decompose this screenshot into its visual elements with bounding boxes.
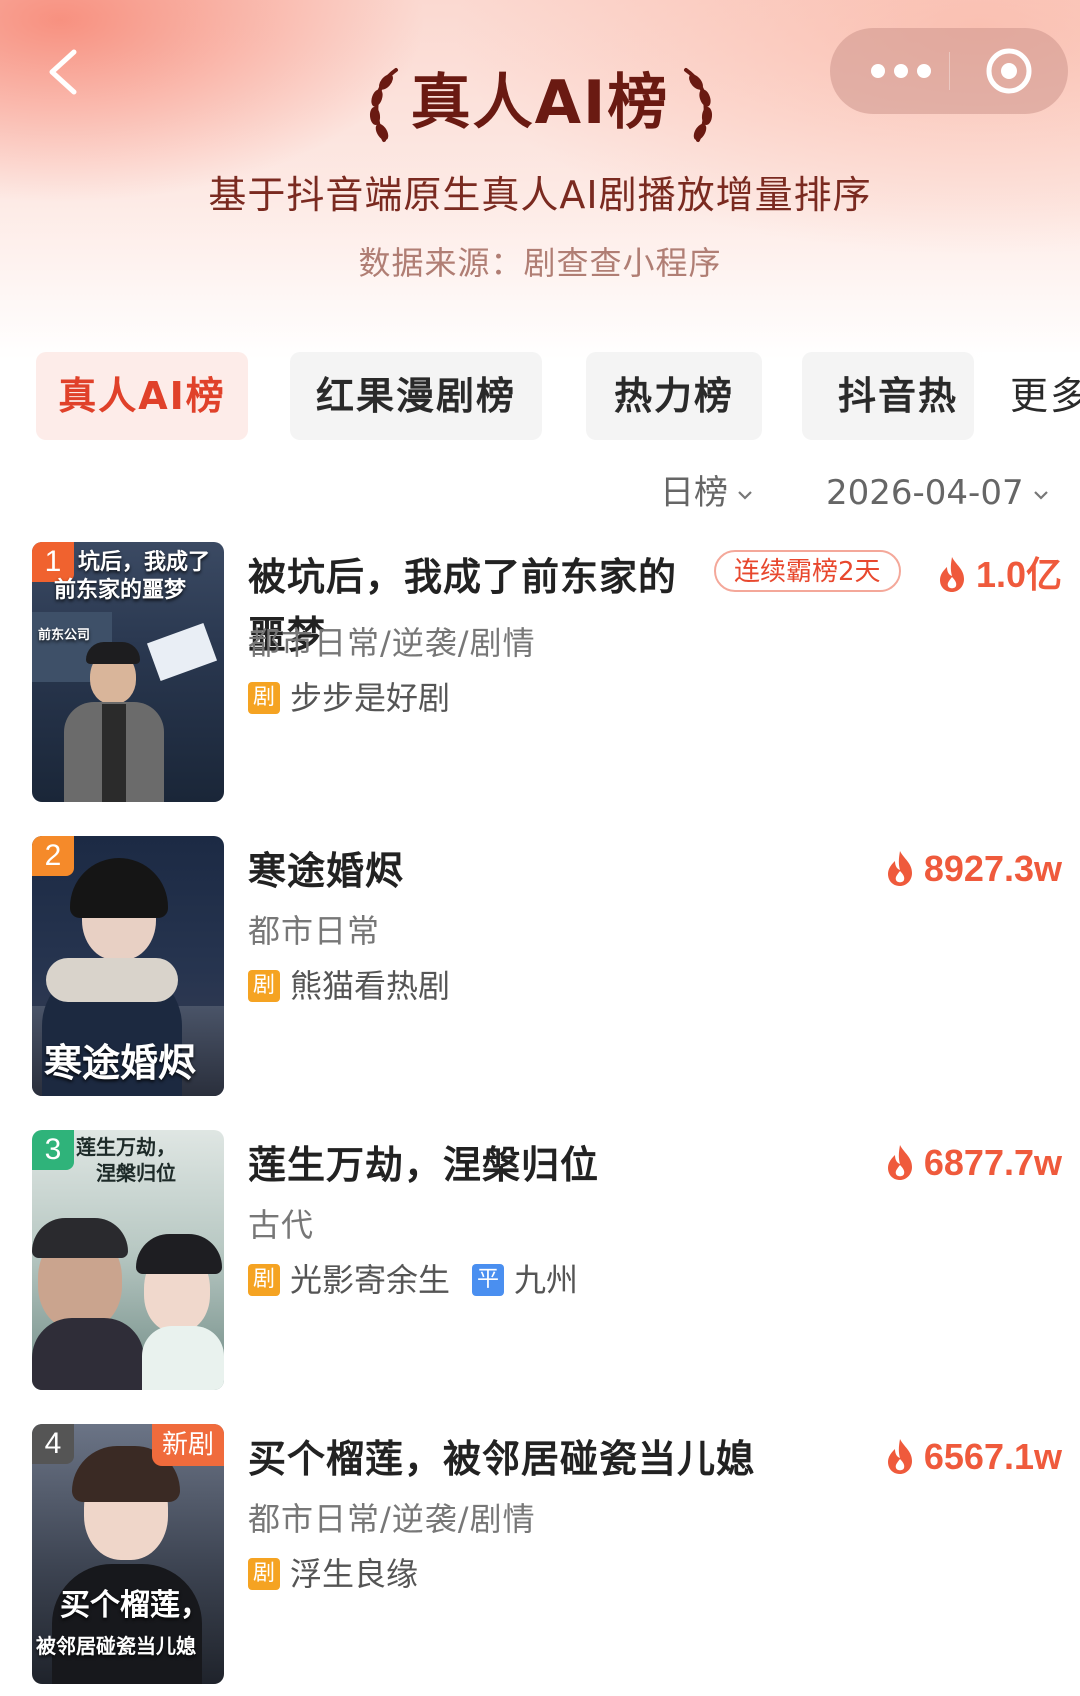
poster-sign-text: 前东公司: [38, 628, 91, 643]
poster-title: 坑后，我成了 前东家的噩梦: [54, 548, 211, 604]
heat-value: 6877.7w: [884, 1138, 1062, 1188]
drama-title[interactable]: 寒途婚烬: [248, 842, 404, 900]
drama-badge: 剧: [248, 682, 280, 714]
poster-title: 莲生万劫， 涅槃归位: [76, 1134, 176, 1186]
poster-hair-young: [136, 1234, 222, 1274]
tab-hongguo-comic[interactable]: 红果漫剧榜: [290, 352, 542, 440]
poster-robe-elder: [32, 1318, 144, 1390]
drama-badge: 剧: [248, 1264, 280, 1296]
laurel-right-icon: [684, 68, 713, 142]
ranking-item[interactable]: 4 新剧 买个榴莲， 被邻居碰瓷当儿媳 买个榴莲，被邻居碰瓷当儿媳 6567.1…: [32, 1424, 1062, 1686]
producer-name[interactable]: 光影寄余生: [290, 1261, 450, 1299]
drama-title[interactable]: 莲生万劫，涅槃归位: [248, 1136, 599, 1194]
drama-badge: 剧: [248, 970, 280, 1002]
heat-value: 8927.3w: [884, 844, 1062, 894]
poster-robe-young: [142, 1326, 224, 1390]
page-title-area: 真人AI榜: [0, 60, 1080, 146]
heat-number: 8927.3w: [923, 848, 1062, 889]
producer-row: 剧浮生良缘: [248, 1552, 418, 1593]
rank-badge: 4: [32, 1424, 74, 1464]
poster-paper: [146, 622, 218, 682]
genre-tags: 都市日常/逆袭/剧情: [248, 624, 536, 662]
tab-real-ai[interactable]: 真人AI榜: [36, 352, 248, 440]
ranking-item[interactable]: 前东公司 1 坑后，我成了 前东家的噩梦 被坑后，我成了前东家的 噩梦 连续霸榜…: [32, 542, 1062, 804]
ranking-tabs: 真人AI榜 红果漫剧榜 热力榜 抖音热 更多: [36, 352, 1080, 442]
period-value: 日榜: [660, 473, 728, 513]
filter-bar: 日榜 2026-04-07: [0, 468, 1080, 518]
poster-title-line: 莲生万劫，: [76, 1135, 176, 1159]
genre-tags: 都市日常: [248, 912, 381, 950]
page-title: 真人AI榜: [410, 68, 670, 138]
platform-badge: 平: [472, 1264, 505, 1296]
poster-fur-collar: [46, 958, 178, 1002]
poster-hair: [70, 858, 168, 918]
rank-badge: 3: [32, 1130, 74, 1170]
rank-badge: 2: [32, 836, 74, 876]
drama-poster[interactable]: 前东公司 1 坑后，我成了 前东家的噩梦: [32, 542, 224, 802]
poster-hair: [86, 642, 140, 664]
ranking-item[interactable]: 3 莲生万劫， 涅槃归位 莲生万劫，涅槃归位 6877.7w 古代 剧光影寄余生…: [32, 1130, 1062, 1392]
poster-title-line: 买个榴莲，: [60, 1588, 210, 1623]
drama-badge: 剧: [248, 1558, 280, 1590]
producer-name[interactable]: 步步是好剧: [290, 679, 450, 717]
date-select[interactable]: 2026-04-07: [826, 468, 1050, 518]
flame-icon: [887, 1145, 912, 1180]
date-value: 2026-04-07: [826, 473, 1024, 513]
heat-value: 1.0亿: [936, 550, 1062, 600]
period-select[interactable]: 日榜: [660, 468, 754, 518]
heat-number: 1.0亿: [975, 554, 1062, 595]
tab-douyin-hot[interactable]: 抖音热: [802, 352, 974, 440]
page-subtitle: 基于抖音端原生真人AI剧播放增量排序: [208, 173, 872, 217]
drama-poster[interactable]: 3 莲生万劫， 涅槃归位: [32, 1130, 224, 1390]
drama-title[interactable]: 买个榴莲，被邻居碰瓷当儿媳: [248, 1430, 755, 1488]
poster-title: 买个榴莲， 被邻居碰瓷当儿媳: [36, 1586, 210, 1666]
producer-name[interactable]: 熊猫看热剧: [290, 967, 450, 1005]
producer-name[interactable]: 浮生良缘: [290, 1555, 418, 1593]
drama-title-line: 被坑后，我成了前东家的: [248, 555, 678, 599]
more-tabs-button[interactable]: 更多: [974, 352, 1080, 440]
data-source-note: 数据来源：剧查查小程序: [358, 244, 722, 282]
chevron-down-icon: [1033, 490, 1048, 500]
flame-icon: [939, 557, 964, 592]
new-drama-tag: 新剧: [151, 1424, 224, 1466]
tab-heat[interactable]: 热力榜: [586, 352, 762, 440]
producer-row: 剧光影寄余生平九州: [248, 1258, 578, 1299]
platform-name[interactable]: 九州: [514, 1261, 578, 1299]
poster-title: 寒途婚烬: [44, 1040, 197, 1085]
drama-poster[interactable]: 4 新剧 买个榴莲， 被邻居碰瓷当儿媳: [32, 1424, 224, 1684]
poster-hair-elder: [32, 1218, 128, 1258]
poster-title-line: 被邻居碰瓷当儿媳: [36, 1634, 196, 1658]
heat-number: 6567.1w: [923, 1436, 1062, 1477]
chevron-down-icon: [738, 490, 752, 500]
flame-icon: [887, 1439, 912, 1474]
flame-icon: [887, 851, 912, 886]
heat-value: 6567.1w: [884, 1432, 1062, 1482]
poster-title-line: 前东家的噩梦: [54, 577, 187, 603]
producer-row: 剧步步是好剧: [248, 676, 450, 717]
drama-poster[interactable]: 2 寒途婚烬: [32, 836, 224, 1096]
poster-title-line: 坑后，我成了: [78, 549, 211, 575]
streak-badge: 连续霸榜2天: [714, 550, 901, 592]
poster-shirt: [102, 704, 126, 802]
laurel-left-icon: [369, 68, 398, 142]
heat-number: 6877.7w: [923, 1142, 1062, 1183]
genre-tags: 古代: [248, 1206, 315, 1244]
producer-row: 剧熊猫看热剧: [248, 964, 450, 1005]
poster-title-line: 涅槃归位: [96, 1161, 176, 1185]
genre-tags: 都市日常/逆袭/剧情: [248, 1500, 536, 1538]
ranking-item[interactable]: 2 寒途婚烬 寒途婚烬 8927.3w 都市日常 剧熊猫看热剧: [32, 836, 1062, 1098]
